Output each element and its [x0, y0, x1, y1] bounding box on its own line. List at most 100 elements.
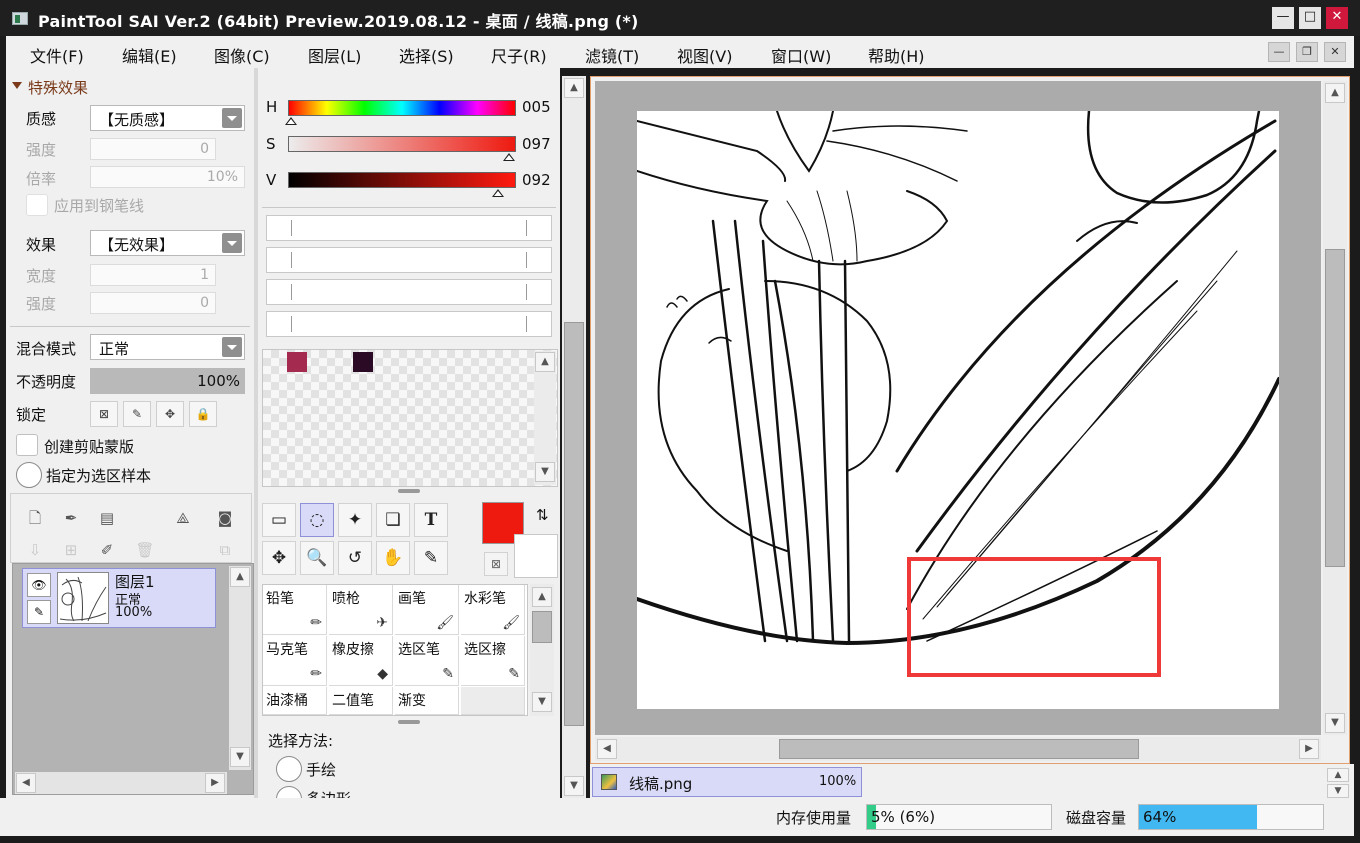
texture-dropdown[interactable]: 【无质感】 — [90, 105, 245, 131]
scroll-left-button[interactable]: ◀ — [16, 773, 36, 793]
swatch-2[interactable] — [353, 352, 373, 372]
freehand-radio[interactable] — [276, 756, 302, 782]
saturation-value[interactable]: 097 — [522, 135, 551, 153]
shape-tool[interactable]: ❏ — [376, 503, 410, 537]
scale-field[interactable]: 10% — [90, 166, 245, 188]
clipping-checkbox[interactable] — [16, 434, 38, 456]
scroll-up-button[interactable]: ▲ — [564, 78, 584, 98]
hand-tool[interactable]: ✋ — [376, 541, 410, 575]
scratch-slot-1[interactable] — [266, 215, 552, 241]
duplicate-icon[interactable]: ⧉ — [215, 540, 235, 560]
merge-down-icon[interactable]: ⇩ — [25, 540, 45, 560]
swatch-1[interactable] — [287, 352, 307, 372]
lasso-tool[interactable]: ◌ — [300, 503, 334, 537]
swap-colors-icon[interactable]: ⇅ — [536, 506, 549, 524]
brush-pencil[interactable]: 铅笔 ✏ — [263, 585, 327, 635]
canvas-vscrollbar[interactable]: ▲ ▼ — [1323, 81, 1347, 735]
add-icon[interactable]: ⊞ — [61, 540, 81, 560]
brush-bucket[interactable]: 油漆桶 — [263, 687, 327, 715]
magic-wand-tool[interactable]: ✦ — [338, 503, 372, 537]
brush-airbrush[interactable]: 喷枪 ✈ — [329, 585, 393, 635]
brush-eraser[interactable]: 橡皮擦 ◆ — [329, 636, 393, 686]
scroll-up-button[interactable]: ▲ — [1325, 83, 1345, 103]
delete-layer-icon[interactable]: 🗑 — [135, 540, 155, 560]
brush-binary[interactable]: 二值笔 — [329, 687, 393, 715]
menu-select[interactable]: 选择(S) — [399, 43, 454, 67]
new-layer-icon[interactable]: 🗋 — [25, 508, 45, 528]
menu-filter[interactable]: 滤镜(T) — [585, 43, 639, 67]
effect-dropdown[interactable]: 【无效果】 — [90, 230, 245, 256]
brush-gradient[interactable]: 渐变 — [395, 687, 459, 715]
hue-marker[interactable] — [285, 117, 298, 125]
rect-select-tool[interactable]: ▭ — [262, 503, 296, 537]
scroll-thumb[interactable] — [532, 611, 552, 643]
brush-select-pen[interactable]: 选区笔 ✎ — [395, 636, 459, 686]
hue-value[interactable]: 005 — [522, 98, 551, 116]
layer-row[interactable]: 👁 ✎ 图层1 正常 100% — [22, 568, 216, 628]
resize-grip[interactable] — [398, 720, 420, 724]
move-tool[interactable]: ✥ — [262, 541, 296, 575]
eyedropper-tool[interactable]: ✎ — [414, 541, 448, 575]
scroll-up-button[interactable]: ▲ — [535, 352, 555, 372]
layer-list-hscrollbar[interactable]: ◀ ▶ — [15, 772, 227, 794]
scroll-down-button[interactable]: ▼ — [535, 462, 555, 482]
tab-scroll-up-button[interactable]: ▲ — [1327, 768, 1349, 782]
menu-layer[interactable]: 图层(L) — [308, 43, 361, 67]
scroll-down-button[interactable]: ▼ — [230, 747, 250, 767]
value-value[interactable]: 092 — [522, 171, 551, 189]
brush-watercolor[interactable]: 水彩笔 🖌 — [461, 585, 525, 635]
minimize-button[interactable]: — — [1272, 7, 1294, 29]
scroll-down-button[interactable]: ▼ — [564, 776, 584, 796]
text-tool[interactable]: T — [414, 503, 448, 537]
selection-source-radio[interactable] — [16, 462, 42, 488]
scroll-right-button[interactable]: ▶ — [1299, 739, 1319, 759]
mdi-close-button[interactable]: ✕ — [1324, 42, 1346, 62]
zoom-tool[interactable]: 🔍 — [300, 541, 334, 575]
resize-grip[interactable] — [398, 489, 420, 493]
saturation-slider[interactable] — [288, 136, 516, 152]
edit-pencil-icon[interactable]: ✎ — [27, 600, 51, 624]
tab-scroll-down-button[interactable]: ▼ — [1327, 784, 1349, 798]
maximize-button[interactable]: □ — [1299, 7, 1321, 29]
scroll-thumb[interactable] — [1325, 249, 1345, 567]
value-marker[interactable] — [491, 189, 504, 197]
lock-draw-icon[interactable]: ✎ — [123, 401, 151, 427]
mdi-restore-button[interactable]: ❐ — [1296, 42, 1318, 62]
menu-edit[interactable]: 编辑(E) — [122, 43, 177, 67]
menu-view[interactable]: 视图(V) — [677, 43, 732, 67]
document-tab[interactable]: 线稿.png 100% — [592, 767, 862, 797]
lock-all-icon[interactable]: 🔒 — [189, 401, 217, 427]
secondary-color[interactable] — [514, 534, 558, 578]
transparent-color-icon[interactable]: ⊠ — [484, 552, 508, 576]
layer-effect-icon[interactable]: ⟁ — [173, 508, 193, 528]
lock-move-icon[interactable]: ✥ — [156, 401, 184, 427]
visibility-eye-icon[interactable]: 👁 — [27, 573, 51, 597]
scroll-thumb[interactable] — [564, 322, 584, 726]
scratch-slot-4[interactable] — [266, 311, 552, 337]
scratch-slot-2[interactable] — [266, 247, 552, 273]
new-folder-icon[interactable]: ▤ — [97, 508, 117, 528]
menu-window[interactable]: 窗口(W) — [771, 43, 831, 67]
collapse-arrow-icon[interactable] — [12, 82, 22, 89]
scroll-down-button[interactable]: ▼ — [1325, 713, 1345, 733]
menu-help[interactable]: 帮助(H) — [868, 43, 925, 67]
swatch-vscrollbar[interactable]: ▲ ▼ — [534, 351, 556, 485]
hue-slider[interactable] — [288, 100, 516, 116]
opacity-slider[interactable]: 100% — [90, 368, 245, 394]
brush-brush[interactable]: 画笔 🖌 — [395, 585, 459, 635]
close-button[interactable]: ✕ — [1326, 7, 1348, 29]
effects-section-title[interactable]: 特殊效果 — [28, 77, 88, 98]
brush-vscrollbar[interactable]: ▲ ▼ — [530, 584, 554, 716]
menu-image[interactable]: 图像(C) — [214, 43, 270, 67]
polygon-radio[interactable] — [276, 786, 302, 798]
layer-list-vscrollbar[interactable]: ▲ ▼ — [229, 566, 251, 770]
brush-select-eraser[interactable]: 选区擦 ✎ — [461, 636, 525, 686]
scroll-right-button[interactable]: ▶ — [205, 773, 225, 793]
width-field[interactable]: 1 — [90, 264, 216, 286]
saturation-marker[interactable] — [503, 153, 516, 161]
swatch-palette[interactable]: ▲ ▼ — [262, 349, 558, 487]
canvas-hscrollbar[interactable]: ◀ ▶ — [595, 737, 1321, 761]
value-slider[interactable] — [288, 172, 516, 188]
scroll-left-button[interactable]: ◀ — [597, 739, 617, 759]
scroll-up-button[interactable]: ▲ — [532, 587, 552, 607]
